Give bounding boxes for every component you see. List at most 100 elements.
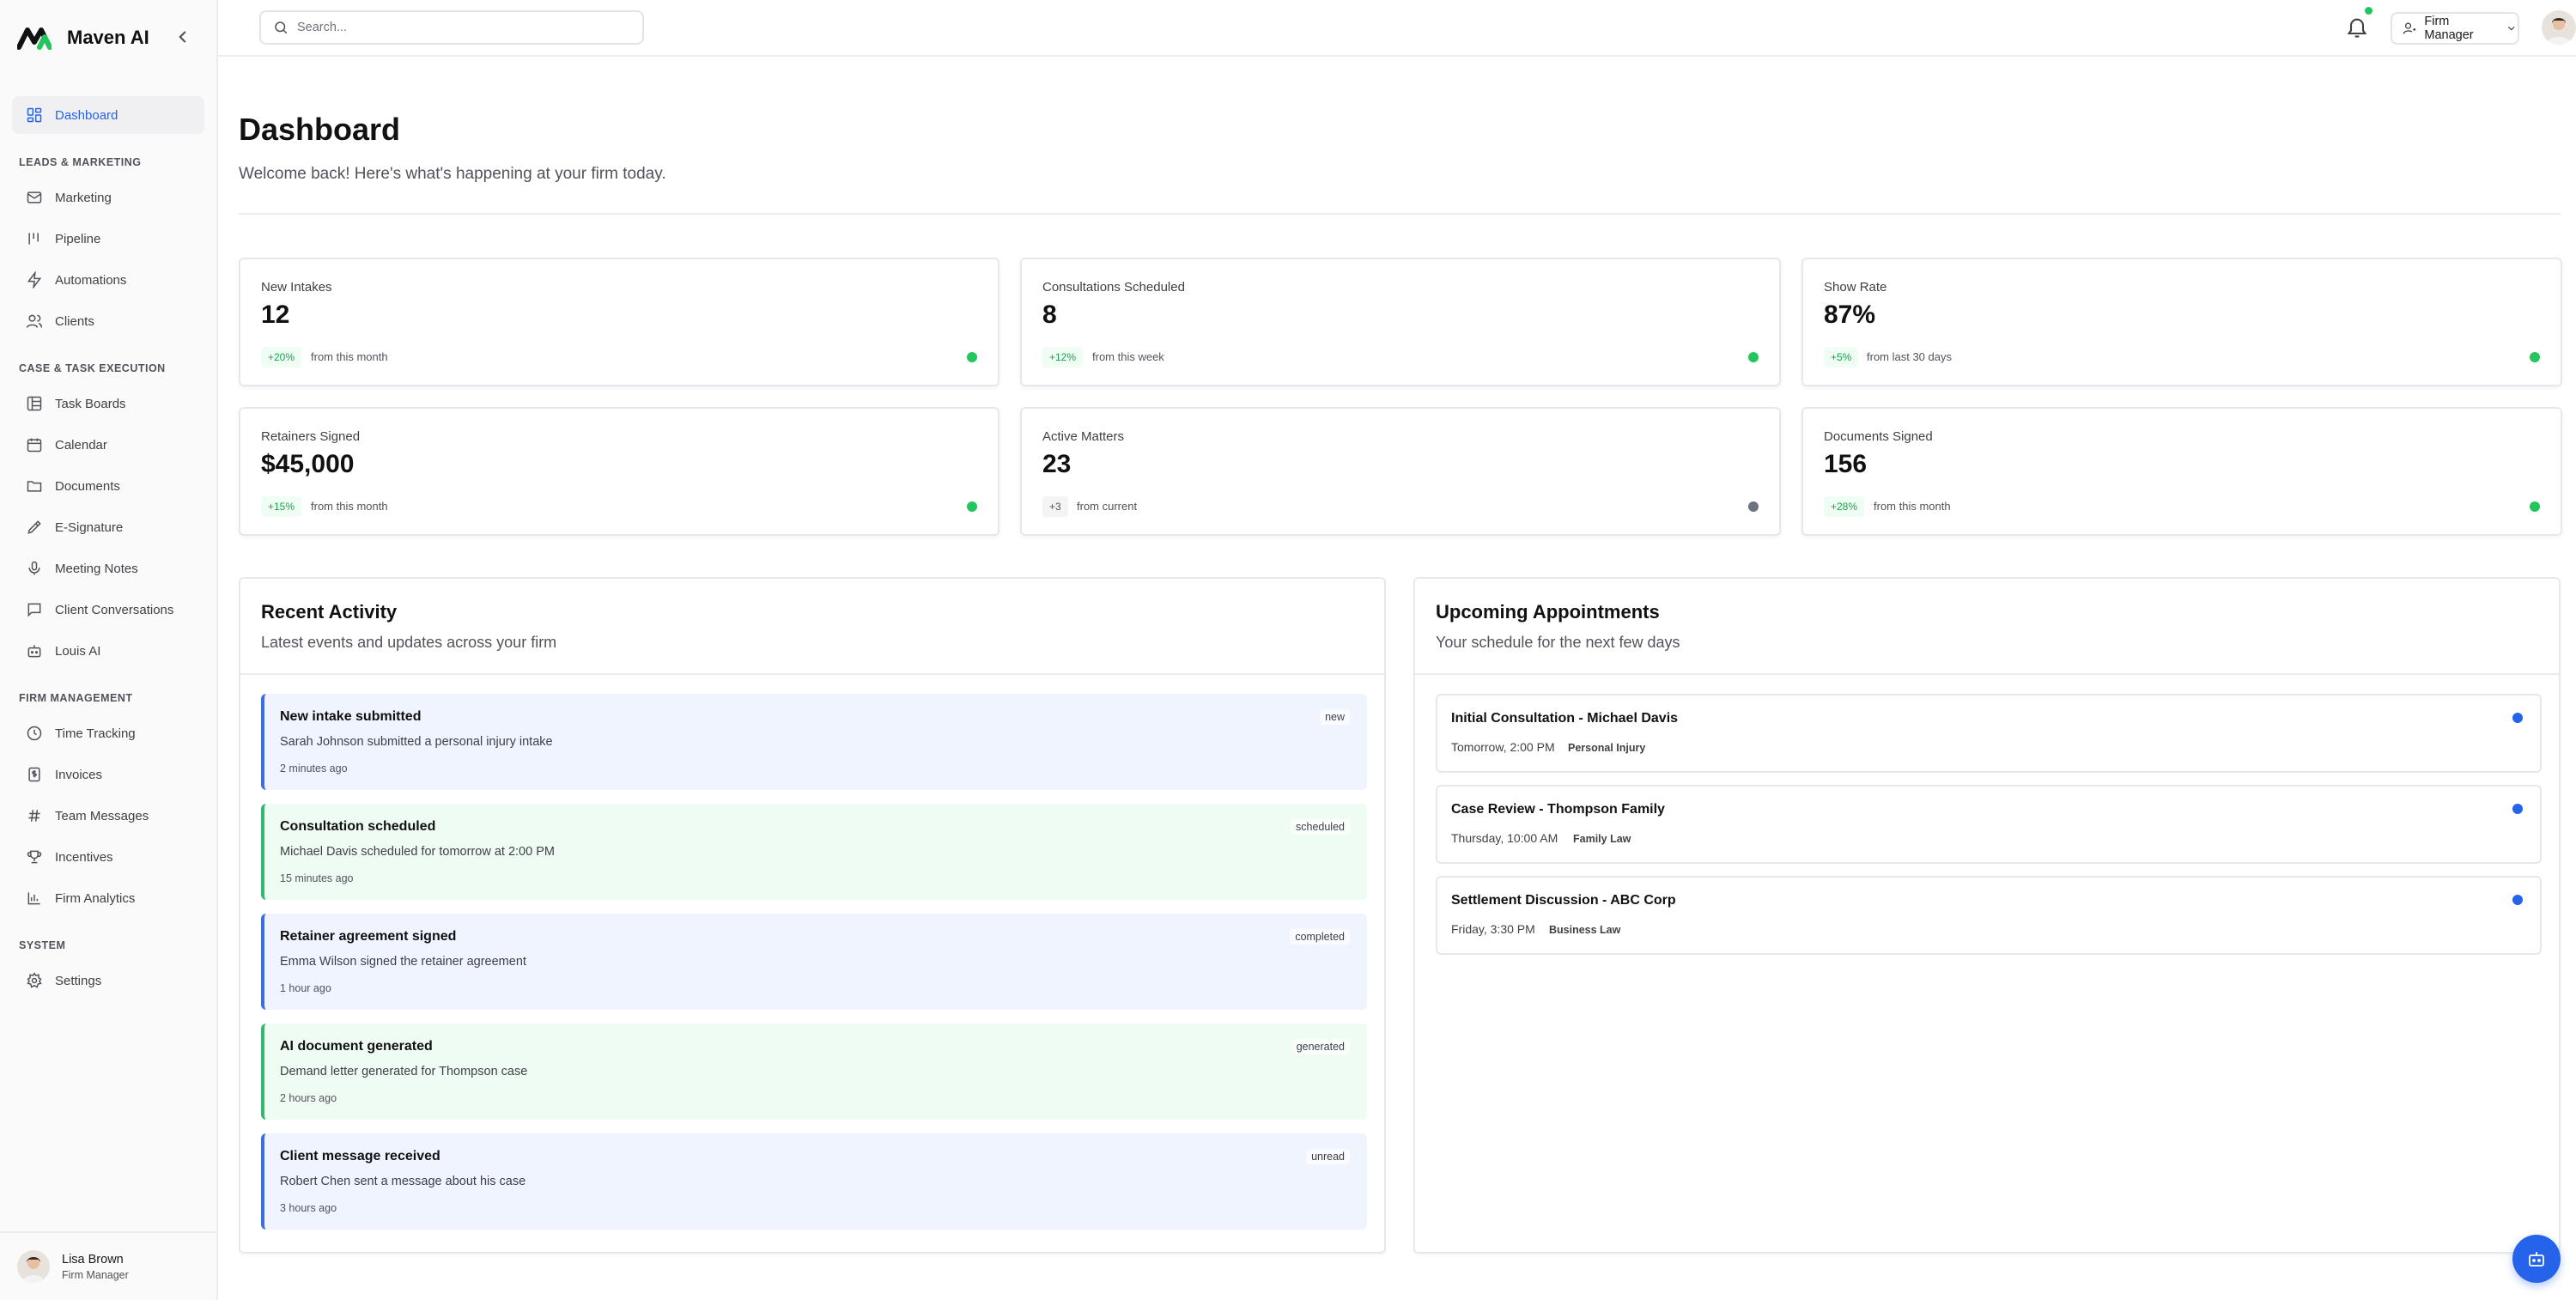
activity-title: Consultation scheduled [280, 819, 436, 834]
bar-chart-icon [27, 892, 40, 905]
search-box[interactable] [259, 10, 644, 45]
avatar[interactable] [2542, 10, 2576, 45]
sidebar-item-settings[interactable]: Settings [12, 962, 204, 999]
activity-title: AI document generated [280, 1039, 433, 1054]
robot-icon [2529, 1252, 2544, 1267]
sidebar-item-e-signature[interactable]: E-Signature [12, 508, 204, 546]
activity-title: Retainer agreement signed [280, 929, 457, 944]
invoice-icon [28, 767, 40, 782]
activity-item[interactable]: AI document generated Demand letter gene… [261, 1024, 1367, 1120]
stat-label: Consultations Scheduled [1042, 280, 1185, 295]
sidebar-item-clients[interactable]: Clients [12, 302, 204, 340]
status-badge: completed [1290, 929, 1350, 945]
stat-label: Show Rate [1824, 280, 1887, 295]
brand[interactable]: Maven AI [17, 19, 149, 57]
appointment-category: Family Law [1573, 833, 1631, 845]
activity-item[interactable]: New intake submitted Sarah Johnson submi… [261, 694, 1367, 790]
search-input[interactable] [297, 21, 623, 34]
appointment-time: Friday, 3:30 PM [1451, 922, 1535, 936]
role-switcher-button[interactable]: Firm Manager [2391, 12, 2519, 45]
sidebar-item-time-tracking[interactable]: Time Tracking [12, 714, 204, 752]
bell-icon[interactable] [2345, 15, 2369, 39]
stat-label: New Intakes [261, 280, 332, 295]
recent-activity-panel: Recent Activity Latest events and update… [239, 577, 1386, 1254]
sidebar-item-automations[interactable]: Automations [12, 261, 204, 299]
appointment-item[interactable]: Settlement Discussion - ABC Corp Friday,… [1436, 876, 2542, 955]
sidebar-item-task-boards[interactable]: Task Boards [12, 385, 204, 422]
maven-logo-icon [17, 27, 52, 50]
stat-card-new-intakes[interactable]: New Intakes 12 +20% from this month [239, 258, 999, 386]
stat-card-retainers[interactable]: Retainers Signed $45,000 +15% from this … [239, 407, 999, 536]
chat-icon [27, 603, 41, 617]
trophy-icon [27, 850, 42, 864]
sidebar-item-label: Marketing [55, 190, 112, 205]
search-icon [275, 21, 288, 34]
section-label-case: CASE & TASK EXECUTION [19, 362, 166, 374]
notification-dot [2365, 7, 2372, 15]
activity-item[interactable]: Consultation scheduled Michael Davis sch… [261, 804, 1367, 900]
sidebar-item-documents[interactable]: Documents [12, 467, 204, 505]
stat-delta: +28% [1824, 496, 1865, 517]
sidebar-item-label: Documents [55, 478, 120, 494]
divider [239, 213, 2561, 215]
user-name: Lisa Brown [62, 1252, 124, 1267]
board-icon [27, 396, 42, 411]
stat-note: from this week [1092, 350, 1164, 363]
assistant-fab-button[interactable] [2512, 1235, 2561, 1283]
activity-item[interactable]: Retainer agreement signed Emma Wilson si… [261, 914, 1367, 1010]
appointment-item[interactable]: Initial Consultation - Michael Davis Tom… [1436, 694, 2542, 773]
dashboard-icon [27, 107, 42, 123]
lightning-icon [27, 271, 42, 289]
activity-item[interactable]: Client message received Robert Chen sent… [261, 1133, 1367, 1230]
sidebar-item-team-messages[interactable]: Team Messages [12, 797, 204, 835]
stat-card-show-rate[interactable]: Show Rate 87% +5% from last 30 days [1801, 258, 2562, 386]
role-label: Firm Manager [2424, 15, 2474, 42]
topbar: Firm Manager [218, 0, 2576, 57]
sidebar-item-invoices[interactable]: Invoices [12, 756, 204, 793]
user-role: Firm Manager [62, 1268, 129, 1281]
stat-card-active-matters[interactable]: Active Matters 23 +3 from current [1020, 407, 1781, 536]
stat-note: from this month [311, 500, 388, 513]
stat-card-documents-signed[interactable]: Documents Signed 156 +28% from this mont… [1801, 407, 2562, 536]
main-content: Dashboard Welcome back! Here's what's ha… [218, 57, 2576, 1300]
stat-value: 23 [1042, 450, 1072, 478]
sidebar-item-meeting-notes[interactable]: Meeting Notes [12, 550, 204, 587]
appointment-item[interactable]: Case Review - Thompson Family Thursday, … [1436, 785, 2542, 864]
section-label-firm: FIRM MANAGEMENT [19, 692, 133, 704]
microphone-icon [28, 561, 40, 575]
sidebar-item-label: Client Conversations [55, 602, 174, 617]
sidebar-item-louis-ai[interactable]: Louis AI [12, 632, 204, 670]
sidebar-user[interactable]: Lisa Brown Firm Manager [0, 1231, 218, 1300]
appointment-category: Business Law [1549, 924, 1621, 936]
sidebar-item-label: Louis AI [55, 643, 101, 659]
activity-time: 1 hour ago [280, 982, 331, 994]
sidebar-item-label: Incentives [55, 849, 113, 865]
sidebar-item-pipeline[interactable]: Pipeline [12, 220, 204, 258]
sidebar-item-marketing[interactable]: Marketing [12, 179, 204, 216]
panel-title: Upcoming Appointments [1436, 601, 1660, 623]
status-dot [1748, 501, 1759, 512]
section-label-leads: LEADS & MARKETING [19, 156, 142, 168]
stat-delta: +5% [1824, 347, 1859, 368]
sidebar-item-firm-analytics[interactable]: Firm Analytics [12, 879, 204, 917]
sidebar-item-calendar[interactable]: Calendar [12, 426, 204, 464]
stat-card-consultations[interactable]: Consultations Scheduled 8 +12% from this… [1020, 258, 1781, 386]
sidebar-item-dashboard[interactable]: Dashboard [12, 96, 204, 134]
appointment-title: Initial Consultation - Michael Davis [1451, 711, 1679, 726]
activity-desc: Michael Davis scheduled for tomorrow at … [280, 845, 555, 859]
gear-icon [27, 972, 42, 988]
stat-label: Retainers Signed [261, 429, 361, 444]
hash-icon [28, 810, 40, 822]
sidebar-item-client-conversations[interactable]: Client Conversations [12, 591, 204, 629]
sidebar-item-incentives[interactable]: Incentives [12, 838, 204, 876]
activity-time: 2 minutes ago [280, 762, 348, 775]
chevron-left-icon[interactable] [172, 26, 194, 48]
panel-title: Recent Activity [261, 601, 398, 623]
status-badge: generated [1291, 1039, 1350, 1054]
status-badge: scheduled [1291, 819, 1350, 835]
sidebar-item-label: Invoices [55, 767, 103, 782]
stat-delta: +3 [1042, 496, 1068, 517]
sidebar-item-label: Calendar [55, 437, 107, 453]
sidebar-item-label: Time Tracking [55, 726, 136, 741]
calendar-icon [27, 438, 42, 453]
